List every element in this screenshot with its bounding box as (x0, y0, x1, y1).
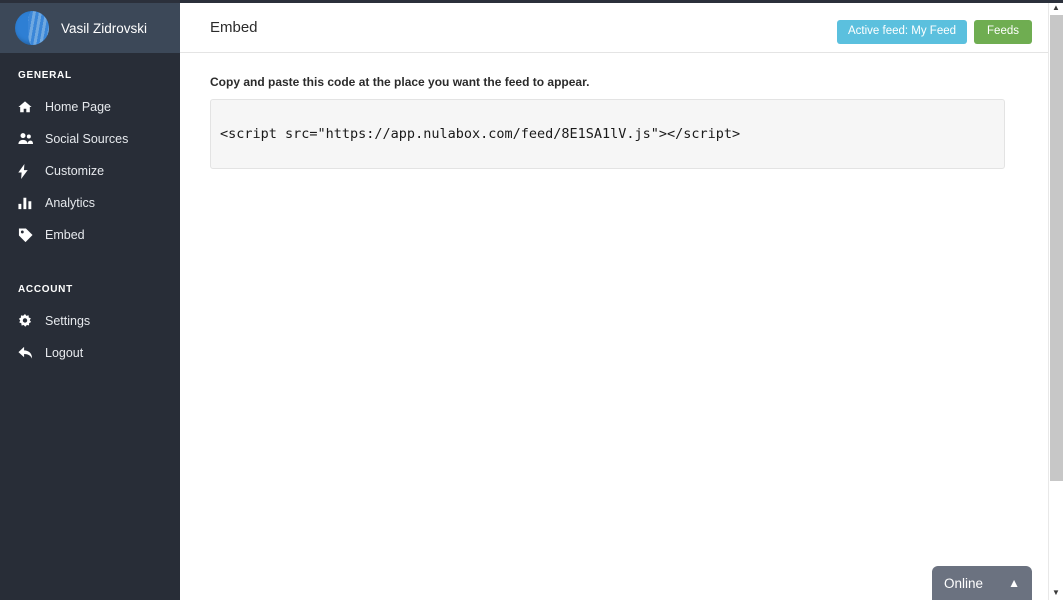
sidebar-item-label: Logout (45, 346, 84, 360)
user-name: Vasil Zidrovski (61, 20, 148, 36)
top-chrome-strip (0, 0, 1063, 3)
feeds-button[interactable]: Feeds (974, 20, 1032, 44)
bolt-icon (18, 163, 37, 179)
page-title: Embed (210, 19, 258, 36)
embed-code-box[interactable]: <script src="https://app.nulabox.com/fee… (210, 99, 1005, 169)
sidebar-item-label: Home Page (45, 100, 112, 114)
main-content: Embed Active feed: My Feed Feeds Copy an… (180, 3, 1050, 600)
sidebar-user-header[interactable]: Vasil Zidrovski (0, 3, 180, 53)
embed-instruction: Copy and paste this code at the place yo… (210, 75, 590, 89)
sidebar-item-customize[interactable]: Customize (0, 155, 180, 187)
page-header: Embed Active feed: My Feed Feeds (180, 3, 1050, 53)
embed-code-text[interactable]: <script src="https://app.nulabox.com/fee… (220, 126, 740, 142)
app-window: Vasil Zidrovski GENERAL Home Page Social… (0, 0, 1063, 600)
tag-icon (18, 227, 37, 243)
header-actions: Active feed: My Feed Feeds (837, 20, 1032, 44)
sidebar-item-logout[interactable]: Logout (0, 337, 180, 369)
sidebar-section-label-account: ACCOUNT (18, 284, 73, 295)
sidebar-item-analytics[interactable]: Analytics (0, 187, 180, 219)
sidebar-nav-account: Settings Logout (0, 305, 180, 369)
sidebar-item-label: Social Sources (45, 132, 129, 146)
user-avatar-sphere-icon (15, 11, 49, 45)
sidebar-item-embed[interactable]: Embed (0, 219, 180, 251)
home-icon (18, 100, 37, 114)
sidebar-item-label: Analytics (45, 196, 96, 210)
embed-panel: Copy and paste this code at the place yo… (180, 53, 1050, 169)
sidebar-item-label: Settings (45, 314, 91, 328)
active-feed-button[interactable]: Active feed: My Feed (837, 20, 968, 44)
chevron-up-icon[interactable]: ▲ (1008, 577, 1020, 589)
chat-status-label: Online (944, 575, 984, 591)
gear-icon (18, 314, 37, 328)
chat-status-widget[interactable]: Online ▲ (932, 566, 1032, 600)
sidebar: Vasil Zidrovski GENERAL Home Page Social… (0, 3, 180, 600)
bar-chart-icon (18, 196, 37, 210)
sidebar-item-home-page[interactable]: Home Page (0, 91, 180, 123)
sidebar-item-label: Customize (45, 164, 105, 178)
sidebar-nav-general: Home Page Social Sources Customize Analy… (0, 91, 180, 251)
scrollbar-thumb[interactable] (1050, 15, 1063, 481)
page-scrollbar[interactable]: ▲ ▼ (1048, 0, 1063, 600)
sidebar-item-social-sources[interactable]: Social Sources (0, 123, 180, 155)
scroll-down-arrow-icon[interactable]: ▼ (1049, 585, 1063, 600)
sidebar-item-label: Embed (45, 228, 85, 242)
sidebar-item-settings[interactable]: Settings (0, 305, 180, 337)
users-icon (18, 132, 37, 146)
sidebar-section-label-general: GENERAL (18, 70, 72, 81)
back-arrow-icon (18, 346, 37, 360)
